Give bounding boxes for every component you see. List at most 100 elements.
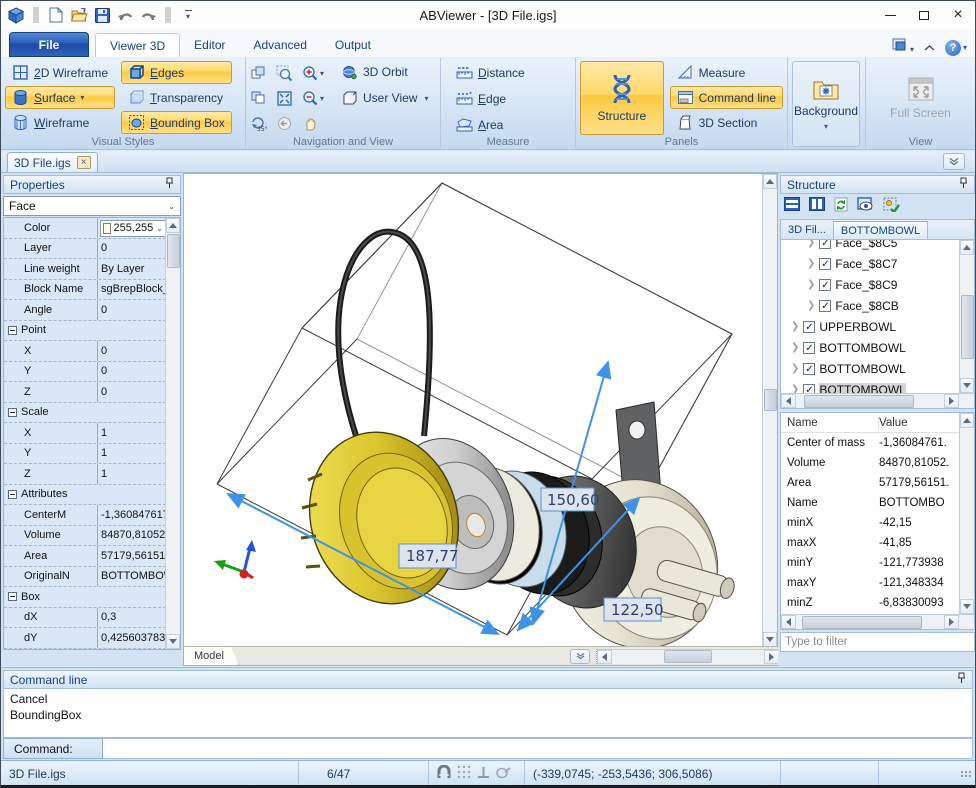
visibility-checkbox[interactable]: ✓ — [819, 239, 831, 249]
model-canvas[interactable]: OUT — [184, 174, 763, 647]
viewport-horizontal-scrollbar[interactable] — [596, 649, 779, 664]
previous-view-button[interactable] — [276, 115, 302, 132]
table-row[interactable]: maxX -41,85 — [781, 533, 974, 553]
app-icon[interactable] — [7, 6, 25, 24]
expand-icon[interactable]: ❯ — [791, 363, 799, 374]
pan-button[interactable] — [302, 115, 332, 132]
help-button[interactable]: ?▾ — [945, 40, 967, 56]
full-screen-button[interactable]: Full Screen — [879, 61, 963, 135]
tab-output[interactable]: Output — [321, 33, 385, 57]
collapse-group-icon[interactable] — [8, 326, 17, 335]
background-dropdown[interactable]: ▾ — [824, 122, 828, 131]
ortho-toggle-icon[interactable] — [477, 766, 490, 782]
table-row[interactable]: maxY -121,348334 — [781, 573, 974, 593]
command-line-panel-button[interactable]: Command line — [670, 86, 783, 109]
resize-grip[interactable] — [960, 770, 972, 778]
pan-view-button[interactable] — [250, 65, 276, 82]
open-file-button[interactable] — [70, 6, 88, 24]
tree-item[interactable]: ❯ ✓ BOTTOMBOWL — [781, 337, 959, 358]
property-row[interactable]: Z 0 — [4, 382, 166, 403]
property-row[interactable]: dY 0,425603783 — [4, 628, 166, 649]
visibility-checkbox[interactable]: ✓ — [803, 321, 815, 333]
property-row[interactable]: Scale — [4, 403, 166, 424]
table-row[interactable]: Area 57179,56151. — [781, 473, 974, 493]
save-button[interactable] — [93, 6, 111, 24]
bounding-box-button[interactable]: Bounding Box — [121, 111, 232, 134]
property-row[interactable]: Z 1 — [4, 464, 166, 485]
tree-horizontal-scrollbar[interactable] — [781, 393, 974, 408]
visibility-checkbox[interactable]: ✓ — [803, 342, 815, 354]
structure-tab[interactable]: BOTTOMBOWL — [834, 221, 928, 239]
measure-area-button[interactable]: Area — [449, 113, 571, 136]
tab-advanced[interactable]: Advanced — [240, 33, 321, 57]
user-view-dropdown[interactable]: ▾ — [424, 94, 428, 103]
tree-item[interactable]: ❯ ✓ BOTTOMBOWL — [781, 358, 959, 379]
table-row[interactable]: minZ -6,83830093 — [781, 593, 974, 613]
collapse-group-icon[interactable] — [8, 592, 17, 601]
visibility-checkbox[interactable]: ✓ — [819, 279, 831, 291]
color-dropdown[interactable]: 255,255 ⌄ — [100, 220, 166, 237]
file-menu-button[interactable]: File — [9, 32, 89, 57]
visibility-checkbox[interactable]: ✓ — [819, 300, 831, 312]
fit-to-screen-button[interactable] — [276, 90, 302, 107]
user-view-button[interactable]: User View — [338, 87, 420, 109]
tree-item[interactable]: ❯ ✓ Face_$8CB — [781, 295, 959, 316]
command-history[interactable]: CancelBoundingBox — [3, 689, 973, 738]
2d-wireframe-button[interactable]: 2D Wireframe — [5, 61, 115, 84]
pin-icon[interactable] — [959, 177, 968, 192]
tree-item[interactable]: ❯ ✓ UPPERBOWL — [781, 316, 959, 337]
tree-vertical-scrollbar[interactable] — [959, 240, 974, 393]
collapse-command-icon[interactable] — [570, 649, 590, 664]
visibility-checkbox[interactable]: ✓ — [803, 363, 815, 375]
tab-editor[interactable]: Editor — [180, 33, 239, 57]
property-row[interactable]: Angle 0 — [4, 300, 166, 321]
grid-toggle-icon[interactable] — [457, 765, 471, 782]
rotate-35-button[interactable]: 35° — [250, 115, 276, 132]
collapse-panel-button[interactable] — [943, 153, 965, 170]
maximize-button[interactable] — [907, 3, 941, 27]
edges-button[interactable]: Edges — [121, 61, 232, 84]
measure-distance-button[interactable]: Distance — [449, 61, 571, 84]
measure-edge-button[interactable]: Edge — [449, 87, 571, 110]
tree-item[interactable]: ❯ ✓ Face_$8C5 — [781, 239, 959, 253]
viewport-vertical-scrollbar[interactable] — [762, 174, 777, 647]
property-row[interactable]: Block Name sgBrepBlock_BO — [4, 280, 166, 301]
snap-toggle-icon[interactable] — [437, 765, 451, 782]
tree-item[interactable]: ❯ ✓ Face_$8C9 — [781, 274, 959, 295]
minimize-button[interactable] — [873, 3, 907, 27]
property-row[interactable]: CenterM -1,36084761759 — [4, 505, 166, 526]
table-row[interactable]: Volume 84870,81052. — [781, 453, 974, 473]
visibility-checkbox[interactable]: ✓ — [819, 258, 831, 270]
property-row-color[interactable]: Color 255,255 ⌄ — [4, 218, 166, 239]
expand-icon[interactable]: ❯ — [807, 239, 815, 248]
collapse-group-icon[interactable] — [8, 490, 17, 499]
expand-icon[interactable]: ❯ — [807, 300, 815, 311]
copy-view-button[interactable] — [250, 90, 276, 107]
filter-input[interactable] — [780, 632, 975, 652]
table-vertical-scrollbar[interactable] — [959, 413, 974, 614]
structure-panel-button[interactable]: Structure — [580, 61, 664, 135]
apply-selection-icon[interactable] — [883, 197, 901, 217]
table-horizontal-scrollbar[interactable] — [781, 614, 974, 629]
3d-section-panel-button[interactable]: 3D Section — [670, 111, 783, 134]
customize-toolbar-dropdown[interactable]: ▾ — [179, 6, 197, 24]
model-3d[interactable]: OUT — [288, 232, 740, 647]
surface-button[interactable]: Surface▾ — [5, 86, 115, 109]
3d-orbit-button[interactable]: 3D Orbit — [338, 61, 420, 83]
transparency-button[interactable]: Transparency — [121, 86, 232, 109]
split-vertical-icon[interactable] — [809, 197, 825, 216]
new-file-button[interactable] — [47, 6, 65, 24]
paint-format-icon[interactable] — [496, 766, 511, 782]
expand-icon[interactable]: ❯ — [807, 279, 815, 290]
table-row[interactable]: minX -42,15 — [781, 513, 974, 533]
redo-button[interactable] — [139, 6, 157, 24]
model-tab[interactable]: Model — [184, 647, 239, 665]
close-button[interactable]: × — [941, 3, 975, 27]
viewport[interactable]: OUT — [183, 173, 778, 666]
zoom-window-button[interactable] — [276, 65, 302, 82]
window-style-button[interactable]: ▾ — [892, 38, 914, 57]
expand-icon[interactable]: ❯ — [791, 321, 799, 332]
collapse-ribbon-button[interactable] — [924, 39, 935, 57]
property-row[interactable]: Y 1 — [4, 444, 166, 465]
pin-icon[interactable] — [957, 672, 966, 687]
